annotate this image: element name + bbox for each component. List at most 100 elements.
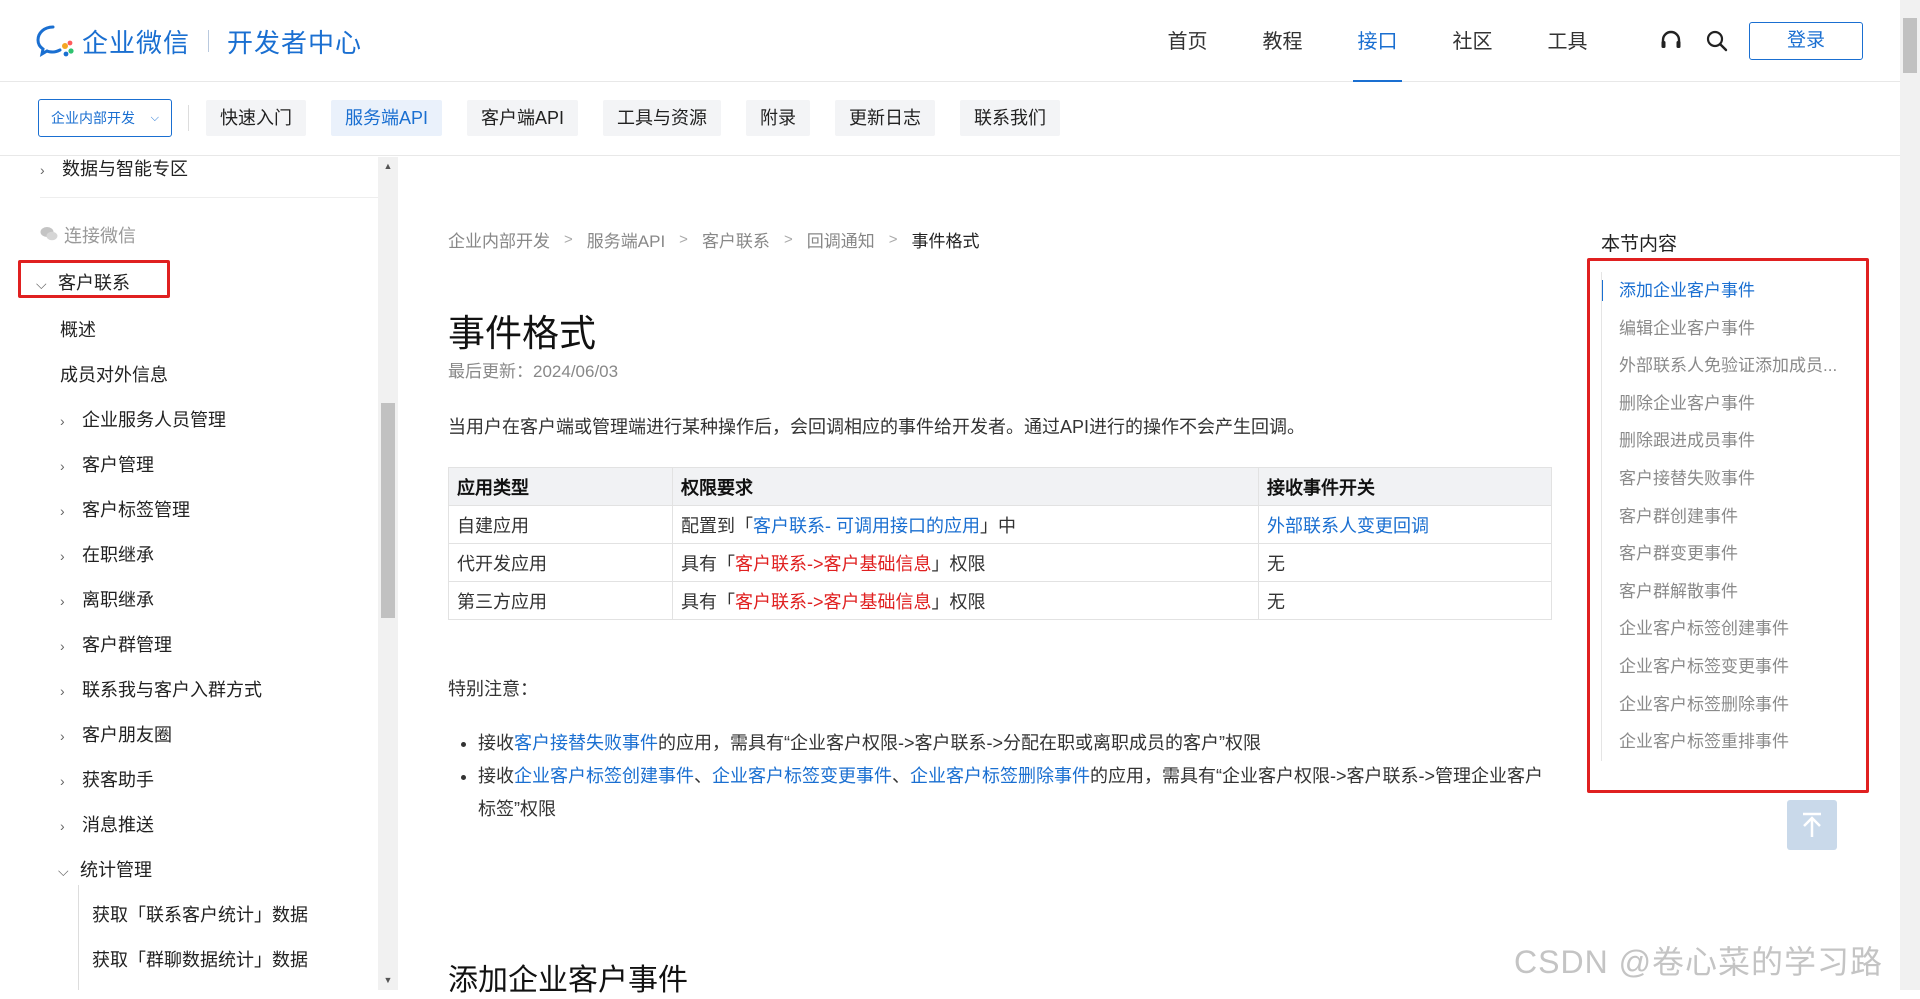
sidebar-item-member-info[interactable]: 成员对外信息 xyxy=(60,361,168,387)
chevron-right-icon: > xyxy=(679,231,688,248)
sidebar-item-label: 企业服务人员管理 xyxy=(82,410,226,430)
section-heading: 添加企业客户事件 xyxy=(448,964,688,997)
toc-item[interactable]: 客户群解散事件 xyxy=(1602,573,1861,611)
chevron-right-icon: > xyxy=(783,231,793,248)
chevron-right-icon: › xyxy=(60,503,65,519)
scroll-down-arrow-icon[interactable]: ▼ xyxy=(378,971,398,989)
intro-paragraph: 当用户在客户端或管理端进行某种操作后，会回调相应的事件给开发者。通过API进行的… xyxy=(448,417,1306,437)
sidebar-item-onjob-transfer[interactable]: › 在职继承 xyxy=(60,541,154,567)
nav-api[interactable]: 接口 xyxy=(1330,0,1425,82)
sidebar-scroll-thumb[interactable] xyxy=(381,403,395,618)
tab-client-api[interactable]: 客户端API xyxy=(467,100,579,136)
toc-item[interactable]: 企业客户标签删除事件 xyxy=(1602,686,1861,724)
sidebar-item-data-zone[interactable]: › 数据与智能专区 xyxy=(40,157,188,181)
nav-tools[interactable]: 工具 xyxy=(1520,0,1615,82)
sidebar-item-label: 客户标签管理 xyxy=(82,500,190,520)
sidebar-item-contact-stats[interactable]: 获取「联系客户统计」数据 xyxy=(92,901,308,927)
logo-divider xyxy=(208,30,210,52)
toc-item[interactable]: 删除企业客户事件 xyxy=(1602,385,1861,423)
tab-changelog[interactable]: 更新日志 xyxy=(835,100,936,136)
permission-link[interactable]: 客户联系- 可调用接口的应用 xyxy=(753,516,980,536)
page-scrollbar[interactable] xyxy=(1900,0,1920,990)
login-button[interactable]: 登录 xyxy=(1749,22,1863,60)
tab-server-api[interactable]: 服务端API xyxy=(331,100,443,136)
nav-home[interactable]: 首页 xyxy=(1140,0,1235,82)
back-to-top-button[interactable] xyxy=(1787,800,1837,850)
chevron-right-icon: › xyxy=(60,818,65,834)
cell-text: 」权限 xyxy=(931,553,986,574)
callback-switch-link[interactable]: 外部联系人变更回调 xyxy=(1267,516,1429,536)
table-cell: 外部联系人变更回调 xyxy=(1258,505,1552,544)
table-cell: 配置到「客户联系- 可调用接口的应用」中 xyxy=(672,505,1259,544)
sidebar-item-customer-mgmt[interactable]: › 客户管理 xyxy=(60,451,154,477)
sidebar-item-groupchat-stats[interactable]: 获取「群聊数据统计」数据 xyxy=(92,946,308,972)
page-scroll-thumb[interactable] xyxy=(1903,18,1917,73)
table-row: 第三方应用 具有「客户联系->客户基础信息」权限 无 xyxy=(448,581,1552,620)
sidebar-item-moments[interactable]: › 客户朋友圈 xyxy=(60,721,172,747)
toc-list: 添加企业客户事件 编辑企业客户事件 外部联系人免验证添加成员... 删除企业客户… xyxy=(1601,272,1861,761)
toc-item[interactable]: 添加企业客户事件 xyxy=(1602,272,1861,310)
toc-item[interactable]: 客户接替失败事件 xyxy=(1602,460,1861,498)
permission-link[interactable]: 客户联系->客户基础信息 xyxy=(735,554,932,574)
sidebar-divider xyxy=(40,197,378,198)
breadcrumb-link[interactable]: 回调通知 xyxy=(807,227,875,252)
sidebar-item-statistics[interactable]: ⌵ 统计管理 xyxy=(58,856,152,882)
toc-item[interactable]: 编辑企业客户事件 xyxy=(1602,310,1861,348)
event-link[interactable]: 企业客户标签变更事件 xyxy=(712,766,892,786)
table-header-cell: 权限要求 xyxy=(672,467,1259,506)
event-link[interactable]: 企业客户标签创建事件 xyxy=(514,766,694,786)
nav-tutorial[interactable]: 教程 xyxy=(1235,0,1330,82)
cell-text: 具有「 xyxy=(681,553,735,574)
sidebar-item-service-staff[interactable]: › 企业服务人员管理 xyxy=(60,406,226,432)
sidebar-item-group-mgmt[interactable]: › 客户群管理 xyxy=(60,631,172,657)
sidebar-item-tag-mgmt[interactable]: › 客户标签管理 xyxy=(60,496,190,522)
tree-guide-line xyxy=(78,885,79,990)
toc-item[interactable]: 企业客户标签创建事件 xyxy=(1602,610,1861,648)
sidebar-item-label: 数据与智能专区 xyxy=(62,159,188,179)
list-text: 接收 xyxy=(478,766,514,786)
toc-item[interactable]: 企业客户标签变更事件 xyxy=(1602,648,1861,686)
tab-quickstart[interactable]: 快速入门 xyxy=(206,100,306,136)
toc-item[interactable]: 删除跟进成员事件 xyxy=(1602,422,1861,460)
watermark: CSDN @卷心菜的学习路 xyxy=(1514,944,1884,980)
last-updated: 最后更新：2024/06/03 xyxy=(448,362,619,381)
toc-item[interactable]: 客户群变更事件 xyxy=(1602,535,1861,573)
tab-tools-resources[interactable]: 工具与资源 xyxy=(603,100,722,136)
tab-contact[interactable]: 联系我们 xyxy=(960,100,1061,136)
chevron-right-icon: › xyxy=(60,593,65,609)
nav-community[interactable]: 社区 xyxy=(1425,0,1520,82)
sidebar-item-label: 客户朋友圈 xyxy=(82,725,172,745)
sidebar-item-message-push[interactable]: › 消息推送 xyxy=(60,811,154,837)
scope-select[interactable]: 企业内部开发 ⌵ xyxy=(38,99,172,137)
sidebar-item-overview[interactable]: 概述 xyxy=(60,316,96,342)
brand-logo[interactable]: 企业微信 开发者中心 xyxy=(36,24,362,58)
chevron-right-icon: › xyxy=(60,773,65,789)
list-text: 、 xyxy=(892,766,910,786)
tab-appendix[interactable]: 附录 xyxy=(746,100,811,136)
sidebar-item-contact-way[interactable]: › 联系我与客户入群方式 xyxy=(60,676,262,702)
breadcrumb-link[interactable]: 客户联系 xyxy=(702,227,770,252)
chevron-right-icon: > xyxy=(564,231,573,248)
sidebar-item-label: 联系我与客户入群方式 xyxy=(82,680,262,700)
breadcrumb-link[interactable]: 服务端API xyxy=(587,227,665,252)
search-icon[interactable] xyxy=(1704,28,1730,54)
event-link[interactable]: 客户接替失败事件 xyxy=(514,733,658,753)
sidebar-item-label: 离职继承 xyxy=(82,590,154,610)
sidebar-item-resigned-transfer[interactable]: › 离职继承 xyxy=(60,586,154,612)
toc-item[interactable]: 企业客户标签重排事件 xyxy=(1602,723,1861,761)
table-row: 自建应用 配置到「客户联系- 可调用接口的应用」中 外部联系人变更回调 xyxy=(448,505,1552,544)
table-cell: 具有「客户联系->客户基础信息」权限 xyxy=(672,543,1259,582)
toc-item[interactable]: 外部联系人免验证添加成员... xyxy=(1602,347,1861,385)
brand-name: 企业微信 xyxy=(82,27,191,58)
scroll-up-arrow-icon[interactable]: ▲ xyxy=(378,157,398,175)
arrow-up-icon xyxy=(1803,812,1821,837)
sidebar-item-customer-contact[interactable]: ⌵ 客户联系 xyxy=(36,269,130,295)
table-row: 代开发应用 具有「客户联系->客户基础信息」权限 无 xyxy=(448,543,1552,582)
headset-icon[interactable] xyxy=(1658,28,1684,54)
sidebar-item-acquisition[interactable]: › 获客助手 xyxy=(60,766,154,792)
permission-link[interactable]: 客户联系->客户基础信息 xyxy=(735,592,932,612)
breadcrumb-link[interactable]: 企业内部开发 xyxy=(448,227,550,252)
toc-item[interactable]: 客户群创建事件 xyxy=(1602,498,1861,536)
event-link[interactable]: 企业客户标签删除事件 xyxy=(910,766,1090,786)
wechat-icon xyxy=(40,226,58,247)
